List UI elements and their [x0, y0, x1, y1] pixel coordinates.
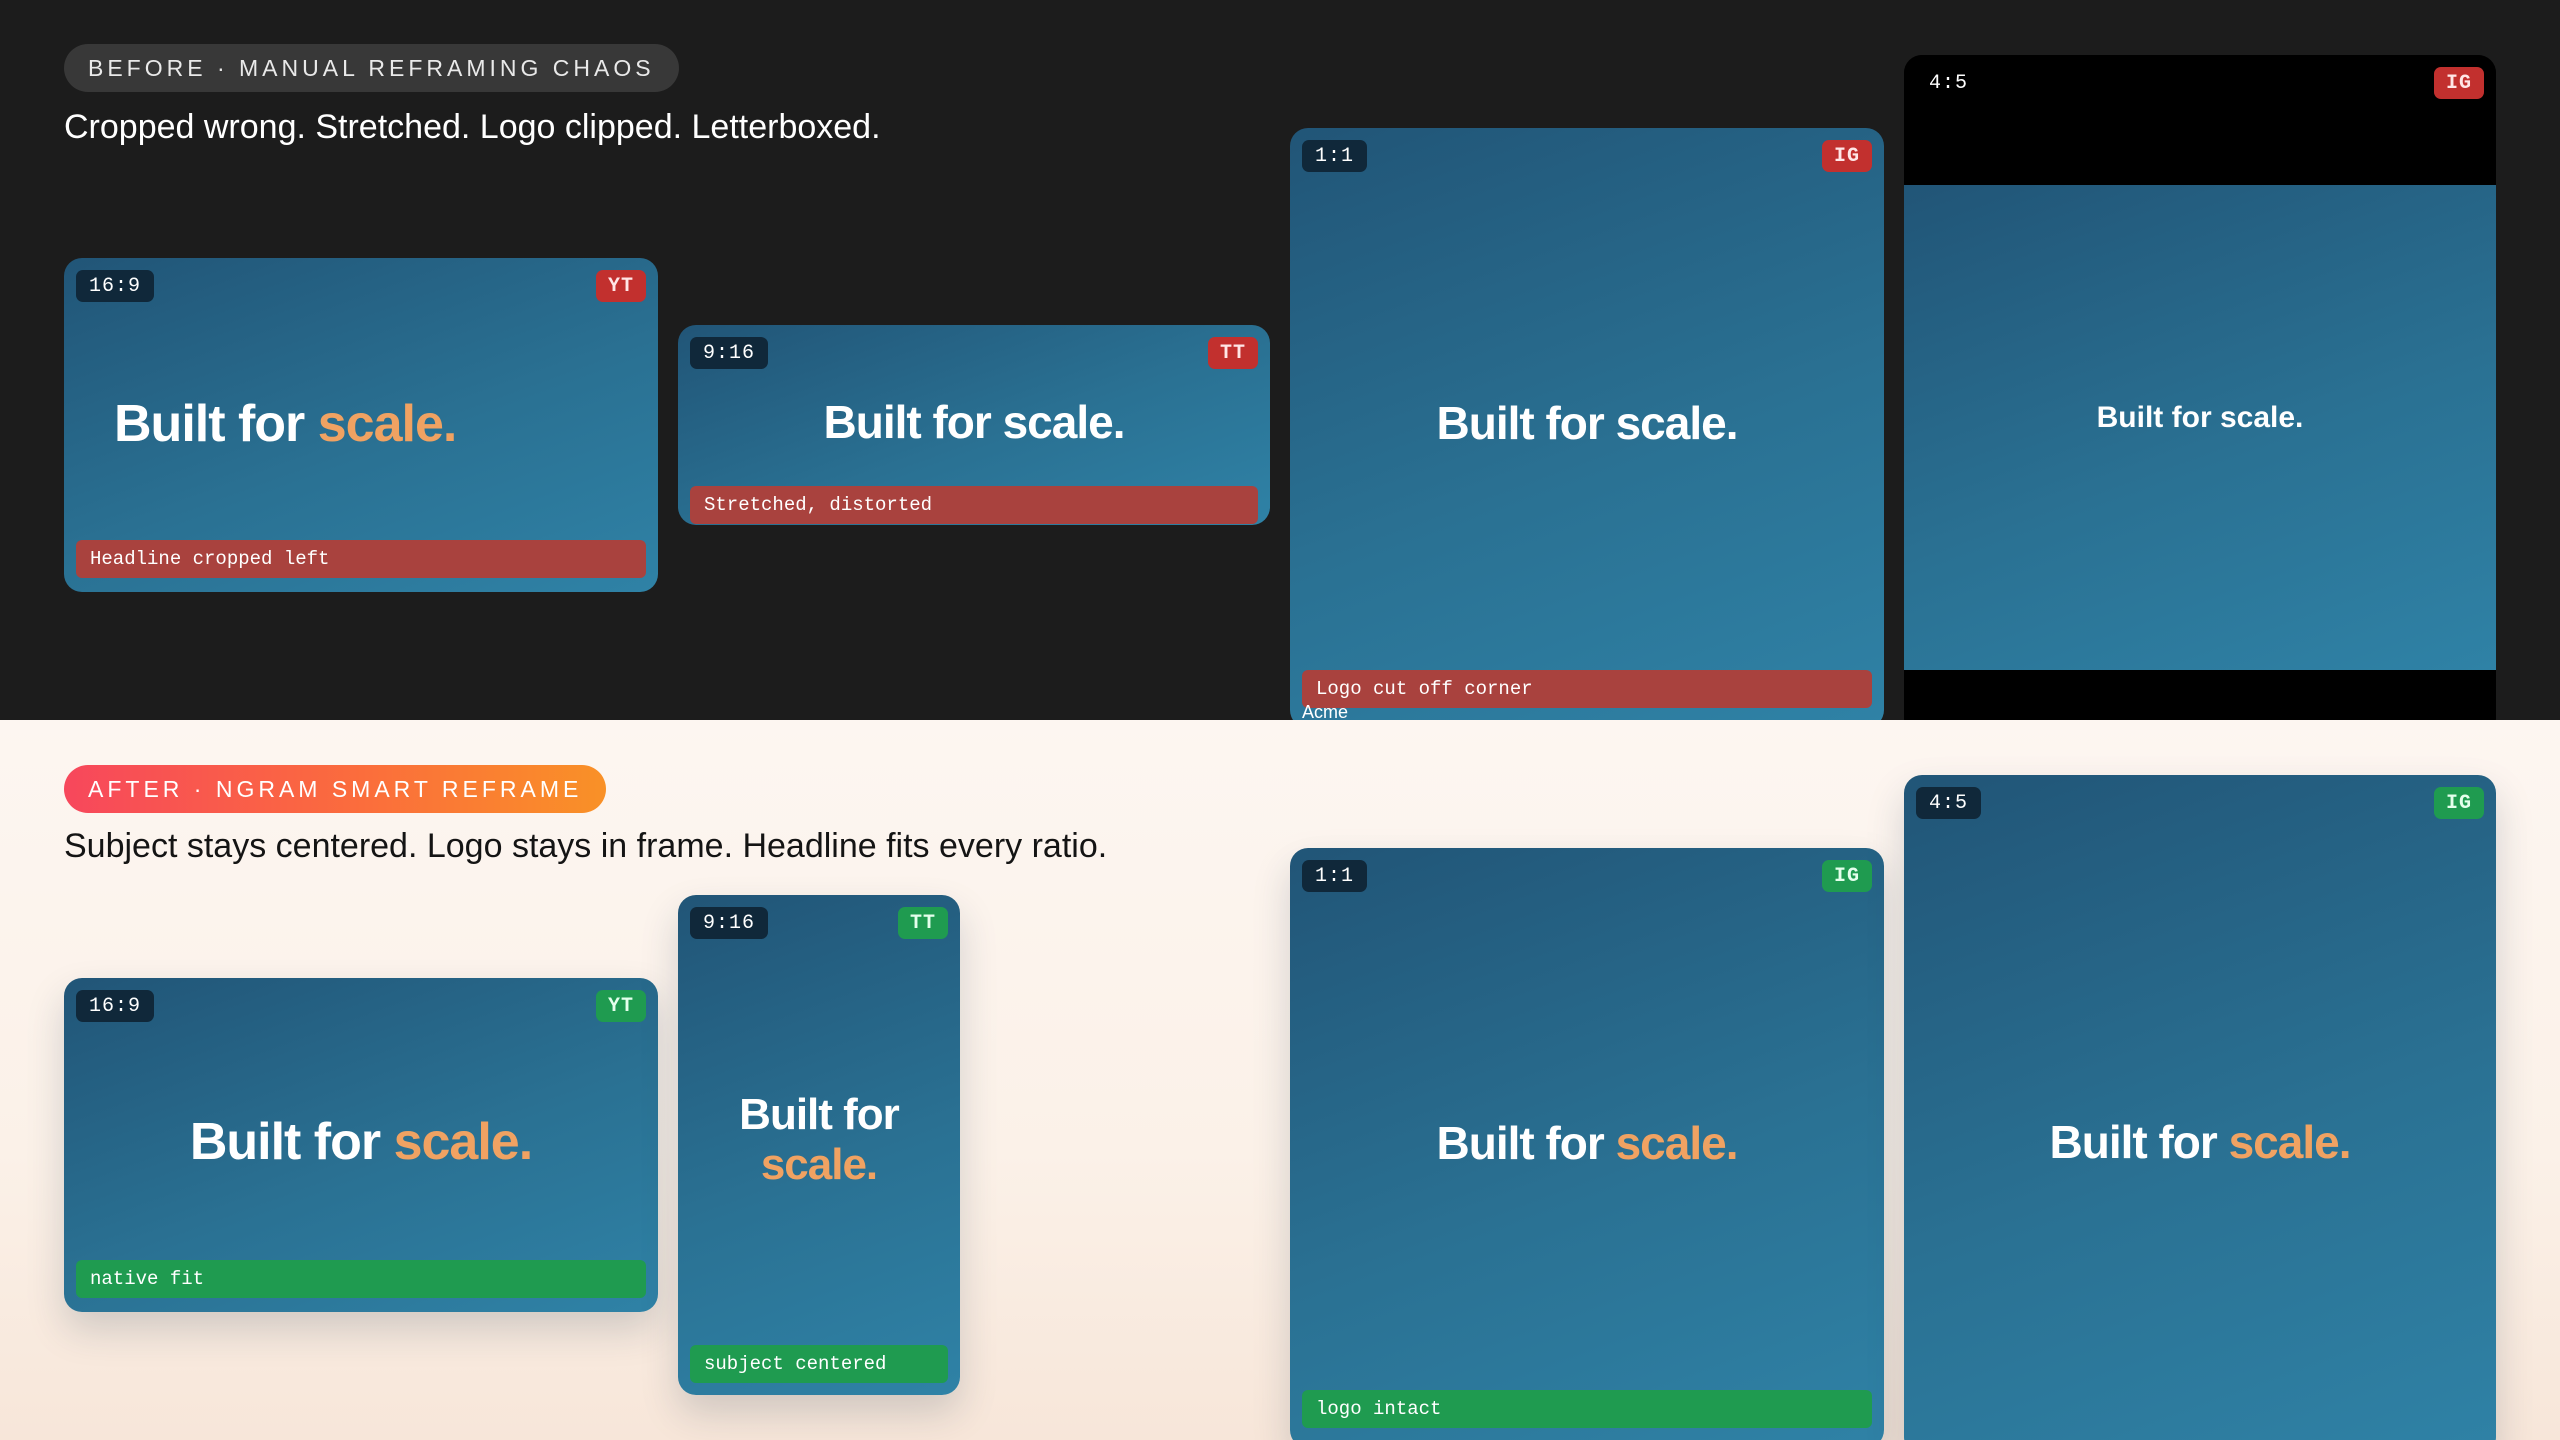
before-card-4x5[interactable]: Built for scale. 4:5 IG: [1904, 55, 2496, 720]
before-card-16x9[interactable]: 16:9 YT Built for scale. Headline croppe…: [64, 258, 658, 592]
ratio-badge: 4:5: [1929, 71, 1969, 95]
headline-accent: scale.: [1615, 1117, 1739, 1169]
after-card-4x5[interactable]: 4:5 IG Built for scale.: [1904, 775, 2496, 1440]
letterbox-bottom: [1904, 670, 2496, 720]
headline-accent: scale.: [393, 1113, 534, 1171]
platform-badge-instagram: IG: [1821, 140, 1872, 172]
card-headline: Built for scale.: [1904, 1115, 2496, 1169]
platform-badge-instagram: IG: [1821, 860, 1872, 892]
headline-text: Built for: [1436, 1117, 1616, 1169]
ratio-badge: 4:5: [1916, 787, 1982, 819]
card-headline: Built for scale.: [678, 1090, 960, 1190]
issue-note: Stretched, distorted: [690, 486, 1258, 524]
ratio-badge: 1:1: [1302, 860, 1368, 892]
headline-accent: scale.: [317, 395, 458, 453]
card-headline: Built for scale.: [823, 396, 1126, 448]
platform-badge-instagram: IG: [2433, 67, 2484, 99]
headline-text: Built for: [189, 1113, 394, 1171]
result-note: subject centered: [690, 1345, 948, 1383]
after-card-16x9[interactable]: 16:9 YT Built for scale. native fit: [64, 978, 658, 1312]
headline-accent: scale.: [2228, 1116, 2352, 1168]
result-note: native fit: [76, 1260, 646, 1298]
ratio-badge: 16:9: [76, 990, 155, 1022]
before-subtitle: Cropped wrong. Stretched. Logo clipped. …: [64, 108, 881, 146]
before-section: BEFORE · MANUAL REFRAMING CHAOS Cropped …: [0, 0, 2560, 720]
card-headline: Built for scale.: [1290, 1116, 1884, 1170]
card-headline: Built for scale.: [1436, 397, 1739, 449]
platform-badge-youtube: YT: [595, 270, 646, 302]
issue-note: Headline cropped left: [76, 540, 646, 578]
after-card-1x1[interactable]: 1:1 IG Built for scale. logo intact: [1290, 848, 1884, 1440]
ratio-badge: 9:16: [690, 907, 769, 939]
headline-accent: scale.: [760, 1140, 878, 1189]
card-headline: Built for scale.: [2096, 401, 2304, 434]
headline-text: Built for: [739, 1090, 900, 1139]
letterbox-top: [1904, 55, 2496, 185]
before-label-pill: BEFORE · MANUAL REFRAMING CHAOS: [64, 44, 679, 92]
headline-text: Built for: [114, 395, 318, 453]
issue-note: Logo cut off corner: [1302, 670, 1872, 708]
card-headline: Built for scale.: [114, 394, 458, 454]
platform-badge-youtube: YT: [595, 990, 646, 1022]
platform-badge-tiktok: TT: [1207, 337, 1258, 369]
after-label-pill: AFTER · NGRAM SMART REFRAME: [64, 765, 607, 813]
after-subtitle: Subject stays centered. Logo stays in fr…: [64, 827, 1108, 865]
ratio-badge: 1:1: [1302, 140, 1368, 172]
card-headline: Built for scale.: [64, 1112, 658, 1172]
after-section: AFTER · NGRAM SMART REFRAME Subject stay…: [0, 720, 2560, 1440]
before-card-1x1[interactable]: 1:1 IG Built for scale. Logo cut off cor…: [1290, 128, 1884, 720]
ratio-badge: 9:16: [690, 337, 769, 369]
after-card-9x16[interactable]: 9:16 TT Built for scale. subject centere…: [678, 895, 960, 1395]
result-note: logo intact: [1302, 1390, 1872, 1428]
before-card-9x16[interactable]: 9:16 TT Built for scale. Stretched, dist…: [678, 325, 1270, 525]
platform-badge-instagram: IG: [2433, 787, 2484, 819]
platform-badge-tiktok: TT: [897, 907, 948, 939]
ratio-badge: 16:9: [76, 270, 155, 302]
clipped-logo: Acme: [1302, 702, 1349, 720]
letterboxed-video: Built for scale.: [1904, 185, 2496, 670]
headline-text: Built for: [2049, 1116, 2229, 1168]
